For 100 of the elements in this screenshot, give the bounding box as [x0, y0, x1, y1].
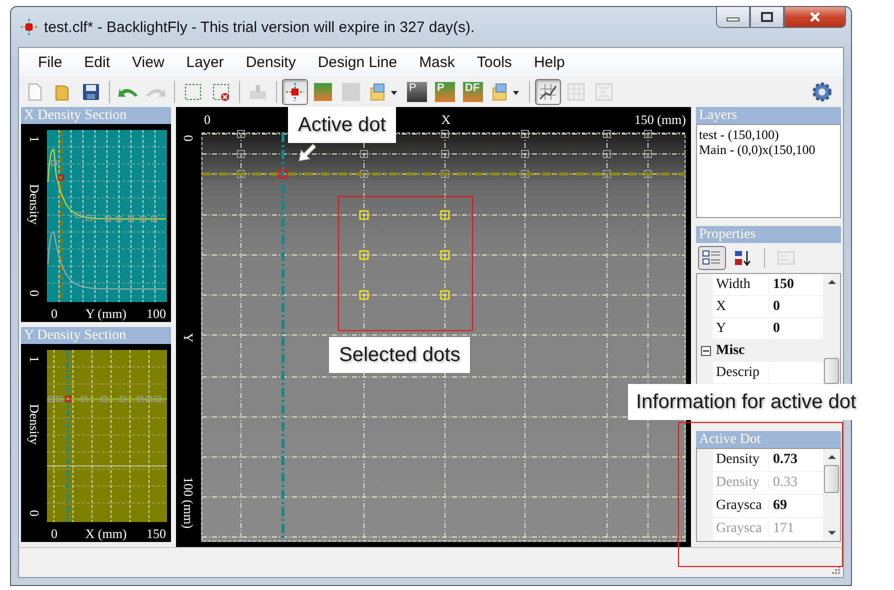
property-value[interactable]: 150	[769, 276, 823, 292]
property-value: 171	[772, 521, 795, 537]
axis-tick-label: 100 (mm)	[181, 477, 196, 529]
axis-label: X (mm)	[85, 526, 127, 541]
chart-grid-icon	[538, 82, 558, 102]
callout-label: Active dot	[288, 107, 396, 143]
axis-label: Density	[27, 404, 42, 444]
minimize-button[interactable]	[716, 7, 750, 28]
scroll-up-icon[interactable]	[828, 455, 836, 459]
property-name: Density	[713, 475, 769, 491]
maximize-icon	[760, 12, 774, 22]
axis-tick-label: 0	[27, 510, 42, 516]
panel-title: Properties	[696, 226, 841, 243]
curve-point	[128, 216, 134, 222]
property-name: Density	[713, 452, 769, 468]
property-name: Graysca	[713, 498, 769, 514]
property-value[interactable]: 0.73	[769, 452, 823, 468]
menu-item[interactable]: Help	[522, 52, 576, 72]
curve-point	[137, 396, 143, 402]
image-folder-icon	[369, 82, 399, 102]
crosshair-icon	[20, 18, 38, 36]
square-icon	[341, 82, 361, 102]
settings-icon[interactable]	[811, 80, 833, 102]
table-icon	[566, 82, 586, 102]
menu-item[interactable]: View	[121, 52, 176, 72]
menu-item[interactable]: Mask	[408, 52, 466, 72]
scrollbar[interactable]	[823, 274, 840, 384]
view-button[interactable]	[698, 246, 726, 270]
category-name: Misc	[716, 342, 745, 358]
axis-label: Y	[181, 333, 196, 342]
curve-point	[120, 396, 126, 402]
list-row[interactable]: test - (150,100)	[699, 127, 838, 142]
axis-tick-label: 100	[146, 306, 166, 321]
menu-item[interactable]: File	[27, 52, 74, 72]
property-value: 0.33	[772, 475, 798, 491]
scrollbar[interactable]	[823, 449, 840, 541]
menu-item[interactable]: Edit	[73, 52, 122, 72]
panel-icon	[594, 82, 614, 102]
window-title: test.clf* - BacklightFly - This trial version will expire in 327 day(s).	[44, 18, 475, 36]
axis-tick-label: 0	[51, 306, 58, 321]
close-icon	[808, 12, 822, 22]
axis-tick-label: 150 (mm)	[634, 112, 686, 127]
panel-title: Layers	[696, 107, 841, 124]
axis-label: Density	[27, 184, 42, 224]
toolbar-button[interactable]	[282, 78, 308, 104]
axis-tick-label: 150	[146, 526, 166, 541]
maximize-button[interactable]	[750, 7, 784, 28]
menu-item[interactable]: Density	[234, 52, 307, 72]
property-name: Y	[713, 320, 769, 336]
curve-point	[140, 216, 146, 222]
axis-label: Y (mm)	[85, 306, 127, 321]
curve-point	[101, 396, 107, 402]
scrollbar-thumb[interactable]	[824, 358, 839, 384]
categorized-list-icon	[702, 249, 722, 267]
active-point	[58, 174, 64, 182]
scroll-down-icon[interactable]	[828, 531, 836, 535]
curve-point	[116, 216, 122, 222]
curve-point	[105, 216, 111, 222]
scroll-up-icon[interactable]	[828, 280, 836, 284]
property-name: X	[713, 298, 769, 314]
image-folder-icon	[491, 82, 521, 102]
curve-point	[146, 396, 152, 402]
property-name: Graysca	[713, 521, 769, 537]
panel-title: X Density Section	[21, 107, 171, 124]
property-value[interactable]: 69	[769, 498, 823, 514]
active-point	[64, 396, 72, 402]
property-value[interactable]: 0	[769, 320, 823, 336]
crosshair-icon	[285, 82, 305, 102]
panel-title: Active Dot	[696, 431, 841, 448]
curve-point	[56, 396, 62, 402]
curve-point	[81, 396, 87, 402]
property-pages-icon	[776, 249, 796, 267]
axis-tick-label: 1	[27, 356, 42, 362]
property-value[interactable]: 0	[769, 298, 823, 314]
collapse-icon[interactable]	[701, 346, 711, 356]
dashed-rectangle-icon	[183, 82, 203, 102]
curve-point	[86, 214, 92, 221]
menu-item[interactable]: Design Line	[306, 52, 408, 72]
axis-tick-label: 0	[51, 526, 58, 541]
curve-point	[51, 160, 57, 166]
gradient-square-icon	[313, 82, 333, 102]
close-button[interactable]	[784, 7, 846, 28]
dashed-rectangle-remove-icon	[211, 82, 231, 102]
curve-point	[75, 212, 81, 218]
curve-point	[155, 396, 161, 402]
toolbar-button[interactable]	[535, 78, 561, 104]
scrollbar-thumb[interactable]	[824, 465, 839, 493]
property-name: Descrip	[713, 364, 769, 380]
sort-icon	[733, 249, 753, 267]
axis-tick-label: 1	[27, 136, 42, 142]
axis-label: X	[441, 112, 451, 127]
axis-tick-label: 0	[27, 290, 42, 296]
callout-label: Selected dots	[329, 337, 470, 373]
menu-item[interactable]: Tools	[466, 52, 523, 72]
property-name: Width	[713, 276, 769, 292]
list-row[interactable]: Main - (0,0)x(150,100	[699, 142, 838, 157]
curve-point	[48, 396, 54, 402]
axis-tick-label: 0	[181, 135, 196, 142]
menu-item[interactable]: Layer	[175, 52, 235, 72]
panel-title: Y Density Section	[21, 327, 171, 344]
